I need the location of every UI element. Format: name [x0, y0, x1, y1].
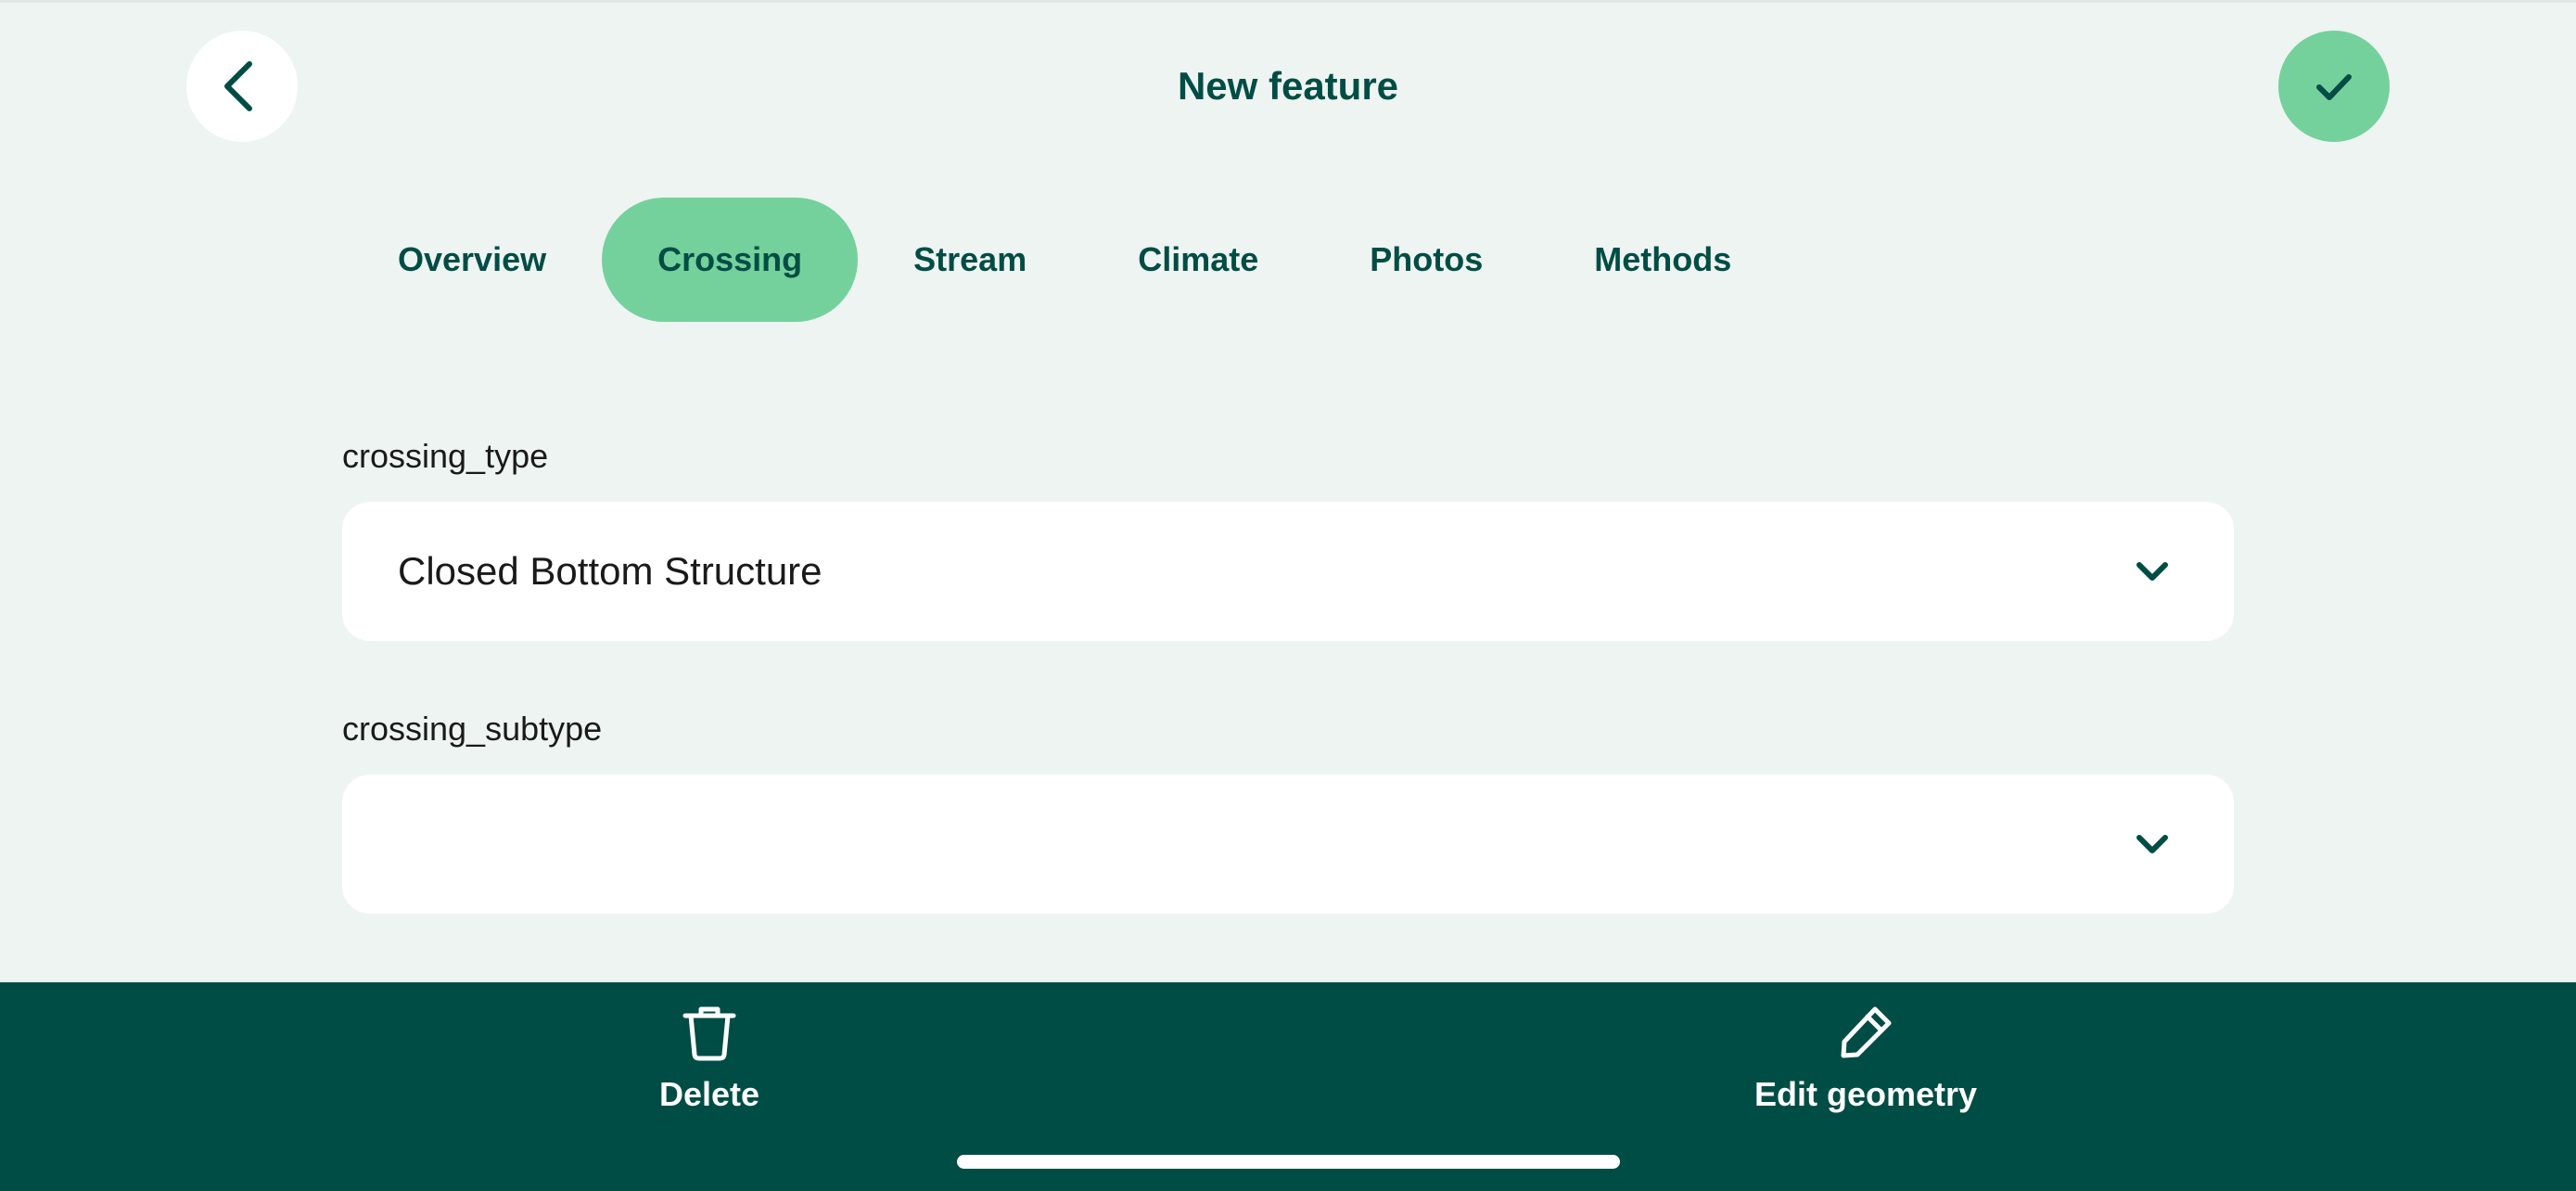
- confirm-button[interactable]: [2278, 31, 2390, 142]
- tab-bar: Overview Crossing Stream Climate Photos …: [342, 198, 1787, 322]
- crossing-type-value: Closed Bottom Structure: [398, 549, 823, 593]
- page-title: New feature: [1177, 64, 1399, 108]
- tab-methods[interactable]: Methods: [1538, 198, 1787, 322]
- delete-button[interactable]: Delete: [607, 1003, 811, 1114]
- check-icon: [2316, 74, 2352, 100]
- top-edge: [0, 0, 2576, 3]
- tab-climate[interactable]: Climate: [1082, 198, 1314, 322]
- trash-icon: [682, 1006, 736, 1061]
- chevron-down-icon: [2136, 835, 2168, 853]
- tab-overview[interactable]: Overview: [342, 198, 602, 322]
- delete-label: Delete: [658, 1075, 760, 1113]
- tab-crossing[interactable]: Crossing: [602, 198, 859, 322]
- crossing-subtype-label: crossing_subtype: [342, 710, 603, 748]
- edit-geometry-label: Edit geometry: [1753, 1075, 1978, 1113]
- crossing-type-select[interactable]: Closed Bottom Structure: [342, 502, 2234, 641]
- crossing-type-label: crossing_type: [342, 437, 549, 475]
- home-indicator: [957, 1155, 1620, 1169]
- tab-photos[interactable]: Photos: [1314, 198, 1538, 322]
- edit-geometry-button[interactable]: Edit geometry: [1680, 1003, 2051, 1114]
- tab-stream[interactable]: Stream: [858, 198, 1082, 322]
- chevron-down-icon: [2136, 562, 2168, 581]
- pencil-icon: [1841, 1006, 1892, 1058]
- crossing-subtype-select[interactable]: [342, 775, 2234, 914]
